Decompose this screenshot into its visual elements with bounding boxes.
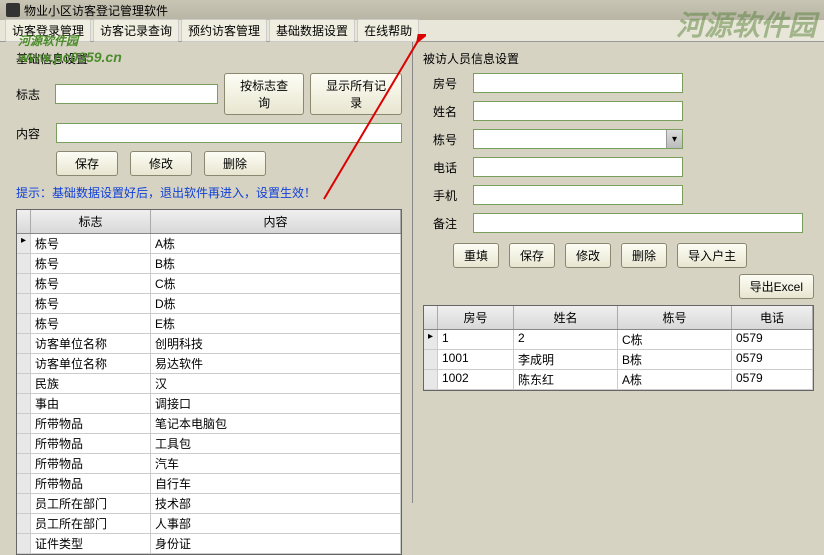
table-row[interactable]: 员工所在部门人事部 (17, 514, 401, 534)
mobile-input[interactable] (473, 185, 683, 205)
hint-text: 提示：基础数据设置好后，退出软件再进入，设置生效！ (16, 184, 402, 201)
table-row[interactable]: 员工所在部门技术部 (17, 494, 401, 514)
flag-input[interactable] (55, 84, 218, 104)
phone-input[interactable] (473, 157, 683, 177)
show-all-button[interactable]: 显示所有记录 (310, 73, 402, 115)
building-combo-input[interactable] (474, 130, 666, 148)
menu-visitor-login[interactable]: 访客登录管理 (5, 19, 91, 42)
chevron-down-icon[interactable]: ▾ (666, 130, 682, 148)
mobile-label: 手机 (433, 187, 467, 204)
menubar: 访客登录管理 访客记录查询 预约访客管理 基础数据设置 在线帮助 (0, 20, 824, 42)
content-label: 内容 (16, 125, 50, 142)
right-grid-header-phone[interactable]: 电话 (732, 306, 813, 329)
modify-button[interactable]: 修改 (130, 151, 192, 176)
phone-label: 电话 (433, 159, 467, 176)
content-input[interactable] (56, 123, 402, 143)
table-row[interactable]: 民族汉 (17, 374, 401, 394)
right-grid-header-name[interactable]: 姓名 (514, 306, 618, 329)
building-label: 栋号 (433, 131, 467, 148)
name-input[interactable] (473, 101, 683, 121)
menu-visitor-query[interactable]: 访客记录查询 (93, 19, 179, 42)
table-row[interactable]: ▸栋号A栋 (17, 234, 401, 254)
titlebar: 物业小区访客登记管理软件 (0, 0, 824, 20)
table-row[interactable]: 所带物品工具包 (17, 434, 401, 454)
remark-input[interactable] (473, 213, 803, 233)
table-row[interactable]: ▸12C栋0579 (424, 330, 813, 350)
table-row[interactable]: 栋号D栋 (17, 294, 401, 314)
remark-label: 备注 (433, 215, 467, 232)
right-panel: 被访人员信息设置 房号 姓名 栋号 ▾ 电话 手机 备注 重填 保存 修改 删除… (412, 42, 824, 503)
right-grid[interactable]: 房号 姓名 栋号 电话 ▸12C栋05791001李成明B栋05791002陈东… (423, 305, 814, 391)
flag-label: 标志 (16, 86, 49, 103)
table-row[interactable]: 所带物品汽车 (17, 454, 401, 474)
room-label: 房号 (433, 75, 467, 92)
save-button-right[interactable]: 保存 (509, 243, 555, 268)
table-row[interactable]: 栋号B栋 (17, 254, 401, 274)
table-row[interactable]: 访客单位名称易达软件 (17, 354, 401, 374)
table-row[interactable]: 栋号E栋 (17, 314, 401, 334)
menu-base-data[interactable]: 基础数据设置 (269, 19, 355, 42)
right-grid-header-building[interactable]: 栋号 (618, 306, 732, 329)
menu-online-help[interactable]: 在线帮助 (357, 19, 419, 42)
name-label: 姓名 (433, 103, 467, 120)
building-combo[interactable]: ▾ (473, 129, 683, 149)
delete-button-right[interactable]: 删除 (621, 243, 667, 268)
menu-appointment[interactable]: 预约访客管理 (181, 19, 267, 42)
table-row[interactable]: 所带物品笔记本电脑包 (17, 414, 401, 434)
export-excel-button[interactable]: 导出Excel (739, 274, 814, 299)
app-title: 物业小区访客登记管理软件 (24, 2, 168, 19)
import-button[interactable]: 导入户主 (677, 243, 747, 268)
table-row[interactable]: 所带物品自行车 (17, 474, 401, 494)
table-row[interactable]: 证件类型身份证 (17, 534, 401, 554)
table-row[interactable]: 1002陈东红A栋0579 (424, 370, 813, 390)
search-by-flag-button[interactable]: 按标志查询 (224, 73, 304, 115)
save-button[interactable]: 保存 (56, 151, 118, 176)
table-row[interactable]: 栋号C栋 (17, 274, 401, 294)
left-grid[interactable]: 标志 内容 ▸栋号A栋栋号B栋栋号C栋栋号D栋栋号E栋访客单位名称创明科技访客单… (16, 209, 402, 555)
modify-button-right[interactable]: 修改 (565, 243, 611, 268)
table-row[interactable]: 1001李成明B栋0579 (424, 350, 813, 370)
reset-button[interactable]: 重填 (453, 243, 499, 268)
right-grid-header-room[interactable]: 房号 (438, 306, 514, 329)
table-row[interactable]: 访客单位名称创明科技 (17, 334, 401, 354)
room-input[interactable] (473, 73, 683, 93)
left-group-title: 基础信息设置 (16, 50, 402, 67)
left-grid-header-flag[interactable]: 标志 (31, 210, 151, 233)
delete-button[interactable]: 删除 (204, 151, 266, 176)
app-icon (6, 3, 20, 17)
right-group-title: 被访人员信息设置 (423, 50, 814, 67)
left-grid-header-content[interactable]: 内容 (151, 210, 401, 233)
left-panel: 基础信息设置 标志 按标志查询 显示所有记录 内容 保存 修改 删除 提示：基础… (0, 42, 412, 503)
table-row[interactable]: 事由调接口 (17, 394, 401, 414)
